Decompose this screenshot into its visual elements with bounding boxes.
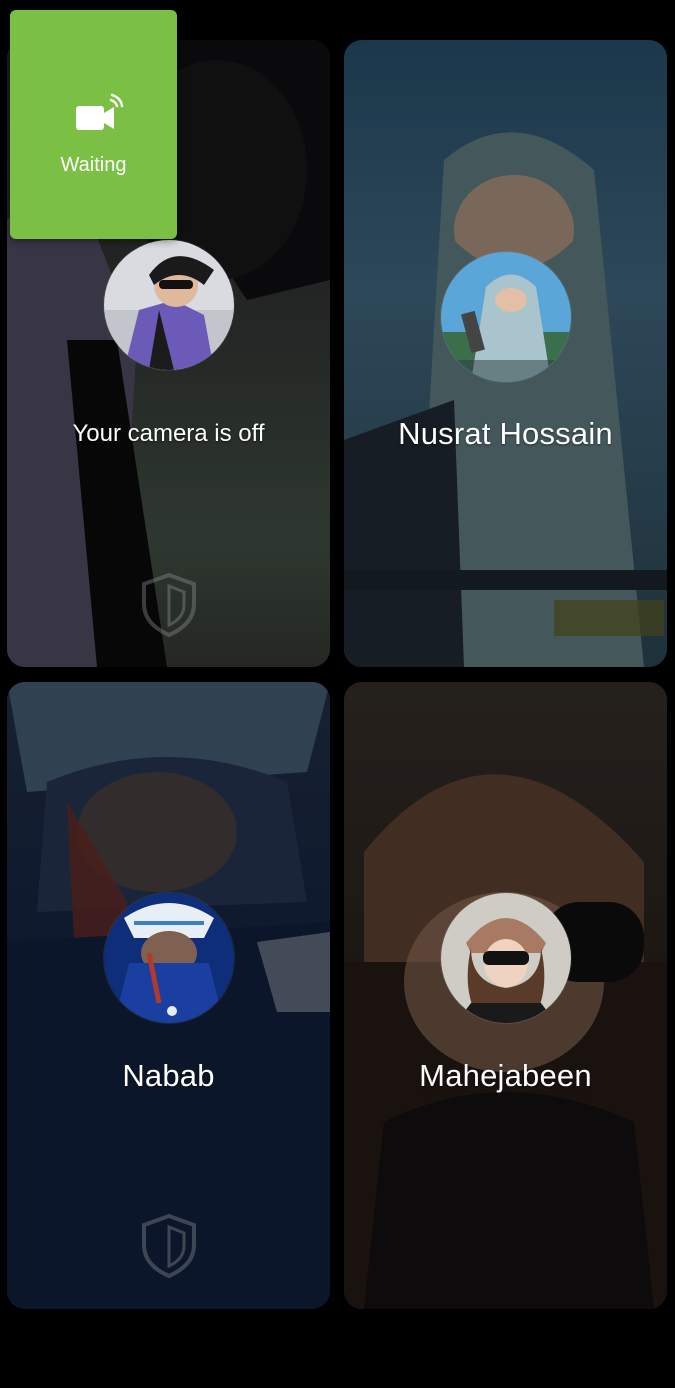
participant-tile-mahejabeen[interactable]: Mahejabeen [344, 682, 667, 1309]
shield-icon [141, 572, 196, 638]
video-camera-wifi-icon [76, 93, 124, 130]
participant-name: Nusrat Hossain [398, 416, 613, 451]
participant-name: Mahejabeen [419, 1058, 592, 1093]
camera-off-status: Your camera is off [72, 420, 265, 447]
participant-avatar [440, 893, 571, 1023]
participant-tile-nabab[interactable]: Nabab [7, 682, 330, 1309]
waiting-status-label: Waiting [60, 154, 127, 176]
participant-avatar [103, 893, 234, 1023]
participant-name: Nabab [122, 1058, 215, 1093]
shield-icon [141, 1213, 196, 1279]
self-avatar [103, 240, 234, 370]
self-preview-waiting-card[interactable]: Waiting [10, 10, 177, 239]
participant-avatar [440, 252, 571, 382]
participant-tile-nusrat-hossain[interactable]: Nusrat Hossain [344, 40, 667, 667]
